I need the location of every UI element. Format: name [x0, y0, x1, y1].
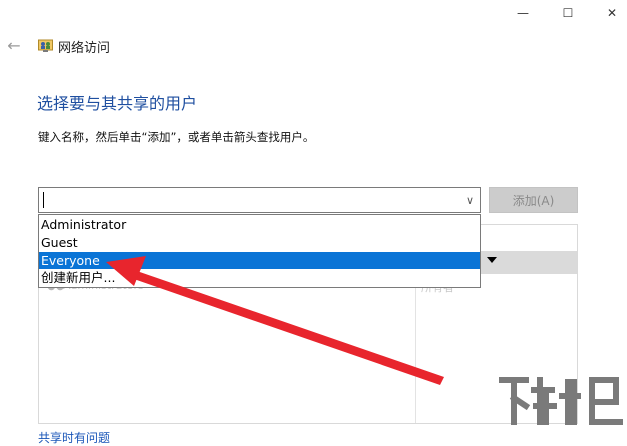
annotation-arrow-shaft: [131, 270, 444, 385]
help-link[interactable]: 共享时有问题: [38, 429, 110, 446]
watermark-logo: [499, 377, 623, 425]
annotation-arrow-head: [106, 256, 146, 286]
